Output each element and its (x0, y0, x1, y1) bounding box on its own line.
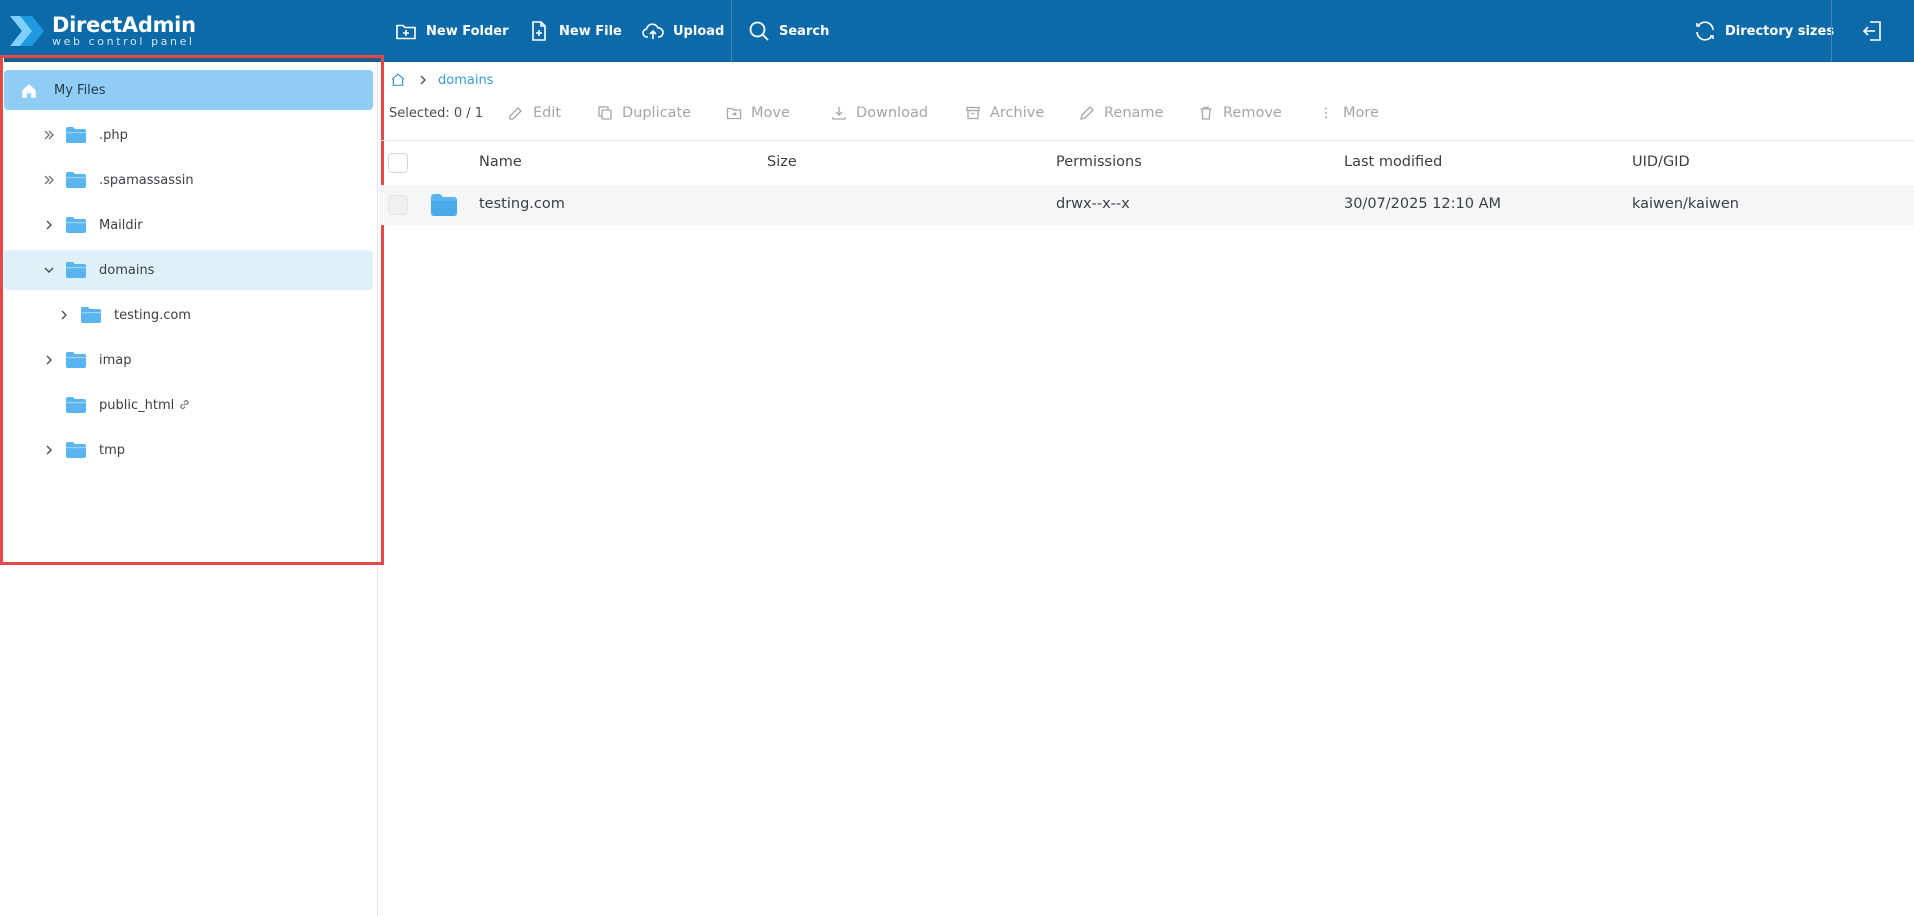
upload-label: Upload (673, 23, 725, 39)
top-toolbar: DirectAdmin web control panel New Folder… (0, 0, 1914, 62)
duplicate-button[interactable]: Duplicate (597, 100, 691, 126)
new-file-label: New File (559, 23, 622, 39)
row-name[interactable]: testing.com (479, 196, 565, 212)
rename-pen-icon (1080, 106, 1094, 120)
pencil-icon (509, 107, 522, 120)
copy-icon (598, 106, 612, 120)
logo[interactable]: DirectAdmin web control panel (8, 10, 208, 52)
logout-icon (1862, 21, 1881, 41)
new-folder-button[interactable]: New Folder (394, 0, 509, 62)
toolbar-divider (1831, 0, 1832, 62)
column-header-size[interactable]: Size (767, 154, 797, 170)
refresh-icon (1696, 21, 1714, 41)
remove-button[interactable]: Remove (1198, 100, 1282, 126)
archive-button[interactable]: Archive (965, 100, 1044, 126)
file-table-header: Name Size Permissions Last modified UID/… (379, 140, 1914, 184)
search-button[interactable]: Search (747, 0, 829, 62)
logo-subtitle: web control panel (52, 35, 195, 48)
column-header-permissions[interactable]: Permissions (1056, 154, 1142, 170)
rename-button[interactable]: Rename (1079, 100, 1163, 126)
download-button[interactable]: Download (831, 100, 928, 126)
new-folder-label: New Folder (426, 23, 509, 39)
trash-icon (1200, 106, 1212, 120)
file-plus-icon (532, 21, 546, 41)
remove-label: Remove (1223, 105, 1282, 121)
directadmin-logo-icon (10, 16, 44, 46)
column-header-uid-gid[interactable]: UID/GID (1632, 154, 1690, 170)
row-last-modified: 30/07/2025 12:10 AM (1344, 196, 1502, 212)
chevron-right-icon (420, 75, 426, 85)
move-label: Move (751, 105, 790, 121)
logout-button[interactable] (1861, 0, 1885, 62)
selection-count: Selected: 0 / 1 (389, 105, 484, 121)
search-label: Search (779, 23, 830, 39)
folder-move-icon (726, 107, 742, 120)
duplicate-label: Duplicate (622, 105, 692, 121)
row-uid-gid: kaiwen/kaiwen (1632, 196, 1739, 212)
home-icon[interactable] (390, 72, 406, 88)
breadcrumb: domains (390, 70, 493, 90)
more-button[interactable]: More (1318, 100, 1379, 126)
column-header-name[interactable]: Name (479, 154, 522, 170)
toolbar-divider (731, 0, 732, 62)
row-checkbox[interactable] (388, 195, 408, 215)
edit-label: Edit (533, 105, 562, 121)
folder-plus-icon (396, 24, 416, 40)
breadcrumb-current[interactable]: domains (438, 73, 493, 88)
move-button[interactable]: Move (726, 100, 790, 126)
select-all-checkbox[interactable] (388, 153, 408, 173)
search-icon (749, 21, 769, 41)
download-icon (832, 107, 846, 120)
more-vertical-icon (1325, 107, 1327, 119)
upload-button[interactable]: Upload (641, 0, 724, 62)
sidebar-highlight-box (0, 55, 384, 565)
new-file-button[interactable]: New File (527, 0, 622, 62)
download-label: Download (856, 105, 929, 121)
directory-sizes-button[interactable]: Directory sizes (1693, 0, 1834, 62)
edit-button[interactable]: Edit (508, 100, 561, 126)
row-permissions[interactable]: drwx--x--x (1056, 196, 1130, 212)
rename-label: Rename (1104, 105, 1164, 121)
directory-sizes-label: Directory sizes (1725, 23, 1835, 39)
table-row[interactable]: testing.com drwx--x--x 30/07/2025 12:10 … (379, 185, 1914, 225)
archive-icon (966, 106, 980, 120)
logo-title: DirectAdmin (52, 13, 196, 37)
more-label: More (1343, 105, 1379, 121)
archive-label: Archive (990, 105, 1045, 121)
folder-icon (431, 194, 457, 216)
column-header-last-modified[interactable]: Last modified (1344, 154, 1442, 170)
cloud-upload-icon (642, 23, 664, 39)
